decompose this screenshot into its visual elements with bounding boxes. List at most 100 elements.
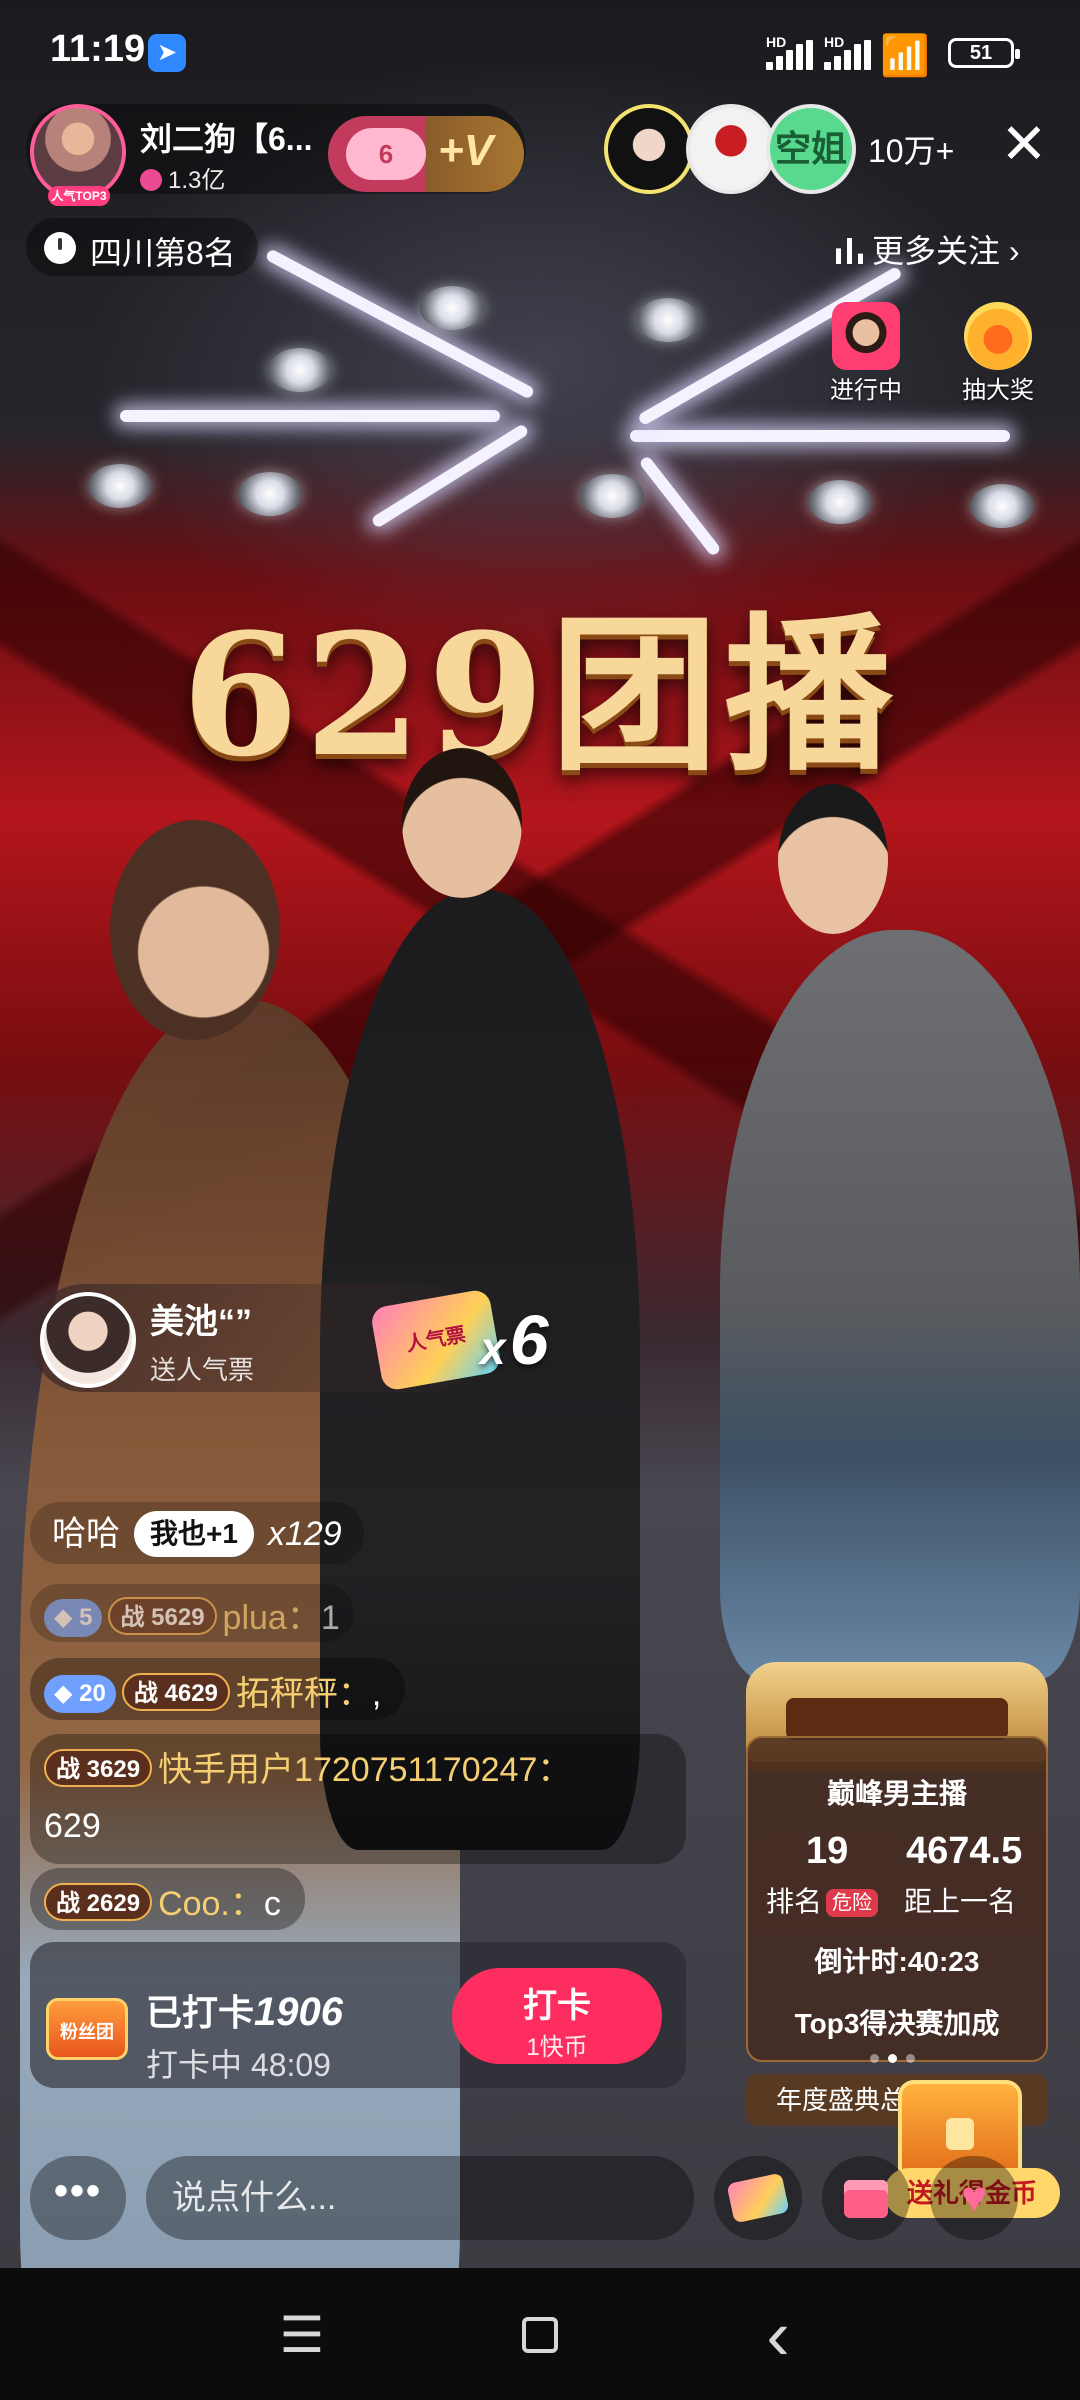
viewer-avatar-2[interactable] [686, 104, 776, 194]
chat-text: , [371, 1675, 382, 1713]
region-rank-text[interactable]: 四川第8名 [90, 228, 236, 274]
gift-count-value: 6 [509, 1301, 549, 1379]
war-prefix: 战 [133, 1680, 158, 1707]
stage-spotlight [808, 480, 872, 524]
more-follow-label: 更多关注 [872, 233, 1001, 269]
gift-sender-avatar[interactable] [40, 1292, 136, 1388]
war-prefix: 战 [120, 1604, 145, 1631]
chat-message[interactable]: ◆ 5战 5629 plua：1 [30, 1584, 354, 1642]
chat-text: 629 [44, 1807, 101, 1845]
performer-head [778, 784, 888, 934]
status-bar: 11:19 ➤ HD HD 📶 51 [0, 0, 1080, 104]
comment-input[interactable] [146, 2156, 694, 2240]
gap-value: 4674.5 [906, 1830, 1023, 1872]
anchor-likes-count: 1.3亿 [168, 167, 226, 194]
heart-icon[interactable]: ♥ [930, 2156, 1018, 2240]
anchor-name[interactable]: 刘二狗【6... [140, 114, 312, 160]
signal-icon [824, 40, 874, 70]
status-time: 11:19 [50, 28, 146, 70]
viewer-avatar-3[interactable]: 空姐 [766, 104, 856, 194]
performer-head [402, 748, 522, 898]
signal-icon [766, 40, 816, 70]
checkin-count: 1906 [254, 1990, 343, 2034]
stage-spotlight [970, 484, 1034, 528]
checkin-status: 打卡中 48:09 [146, 2047, 331, 2083]
wifi-icon: 📶 [880, 34, 930, 78]
diamond-level-badge: ◆ 5 [44, 1599, 103, 1637]
checkin-button-cost: 1快币 [526, 2034, 588, 2061]
war-level-badge: 战 2629 [44, 1883, 153, 1921]
stage-light-bar [630, 430, 1010, 442]
chat-message[interactable]: ◆ 20 战 4629 拓秤秤：, [30, 1658, 406, 1720]
war-level-badge: 战 3629 [44, 1749, 153, 1787]
performer-head [110, 820, 280, 1040]
chat-user: 快手用户1720751170247： [158, 1751, 572, 1789]
live-activity-label: 进行中 [830, 377, 902, 404]
battery-icon: 51 [948, 38, 1020, 68]
fan-group-badge: 粉丝团 [46, 1998, 128, 2060]
stage-spotlight [420, 286, 484, 330]
live-activity-card[interactable]: 进行中 [810, 296, 922, 404]
gift-sender-name[interactable]: 美池“” [150, 1294, 252, 1343]
top3-bonus-text: Top3得决赛加成 [794, 2008, 1000, 2039]
chat-message[interactable]: 战 2629 Coo.：c [30, 1868, 305, 1930]
more-options-button[interactable]: ••• [30, 2156, 126, 2240]
checkin-title: 已打卡1906 [146, 1984, 343, 2036]
checkin-button-label: 打卡 [523, 1987, 591, 2025]
chat-user: Coo.： [158, 1885, 264, 1923]
peak-rank-title: 巅峰男主播 [826, 1778, 967, 1809]
lottery-icon [964, 302, 1032, 370]
close-icon[interactable]: ✕ [994, 114, 1054, 174]
bar-chart-icon [836, 238, 863, 264]
chat-message[interactable]: 战 3629 快手用户1720751170247： 629 [30, 1734, 686, 1864]
chat-text: 1 [320, 1599, 340, 1637]
live-activity-icon [832, 302, 900, 370]
chat-user: 拓秤秤： [235, 1675, 372, 1713]
stage-title-banner: 629团播 [181, 596, 899, 794]
checkin-title-prefix: 已打卡 [146, 1992, 255, 2033]
war-level: 5629 [151, 1604, 205, 1631]
chevron-right-icon: › [1000, 233, 1020, 269]
anchor-likes: 1.3亿 [140, 160, 225, 195]
repeat-count: x129 [267, 1515, 342, 1553]
notification-app-icon: ➤ [148, 34, 186, 72]
gift-action-text: 送人气票 [150, 1355, 255, 1385]
stage-light-bar [120, 410, 500, 422]
war-level-badge: 战 5629 [108, 1597, 217, 1635]
back-icon[interactable]: ‹ [738, 2300, 818, 2370]
stage-spotlight [238, 472, 302, 516]
chat-user: 哈哈 [52, 1515, 120, 1553]
danger-badge: 危险 [826, 1889, 879, 1917]
war-level-badge: 战 4629 [121, 1673, 230, 1711]
fan-club-follow-button[interactable]: 6 +V [328, 116, 524, 192]
chat-message[interactable]: 哈哈 我也+1 x129 [30, 1502, 364, 1564]
home-icon[interactable] [500, 2300, 580, 2370]
avatar-rank-tag: 人气TOP3 [48, 186, 110, 206]
me-too-button[interactable]: 我也+1 [134, 1511, 254, 1557]
chat-text: c [263, 1885, 281, 1923]
checkin-button[interactable]: 打卡 1快币 [452, 1968, 662, 2064]
gift-icon[interactable] [822, 2156, 910, 2240]
rank-label: 排名 [766, 1886, 823, 1917]
countdown-timer: 倒计时:40:23 [814, 1946, 980, 1977]
gift-count-prefix: x [480, 1322, 506, 1374]
diamond-level: 20 [79, 1680, 106, 1707]
carousel-dots [870, 2054, 930, 2064]
popularity-ticket-button[interactable] [714, 2156, 802, 2240]
stage-spotlight [636, 298, 700, 342]
diamond-level: 5 [79, 1604, 93, 1631]
clock-icon [44, 232, 76, 264]
viewer-count[interactable]: 10万+ [868, 126, 954, 172]
war-prefix: 战 [56, 1890, 80, 1917]
heart-icon [140, 169, 162, 191]
fan-level-badge: 6 [346, 128, 426, 180]
viewer-avatar-1[interactable] [604, 104, 694, 194]
more-follow-link[interactable]: 更多关注 › [836, 226, 1020, 272]
lottery-card[interactable]: 抽大奖 [942, 296, 1054, 404]
menu-icon[interactable]: ☰ [262, 2300, 342, 2370]
war-prefix: 战 [56, 1756, 80, 1783]
home-square [522, 2317, 558, 2353]
performer [720, 930, 1080, 1680]
diamond-level-badge: ◆ 20 [44, 1675, 116, 1713]
stage-spotlight [88, 464, 152, 508]
